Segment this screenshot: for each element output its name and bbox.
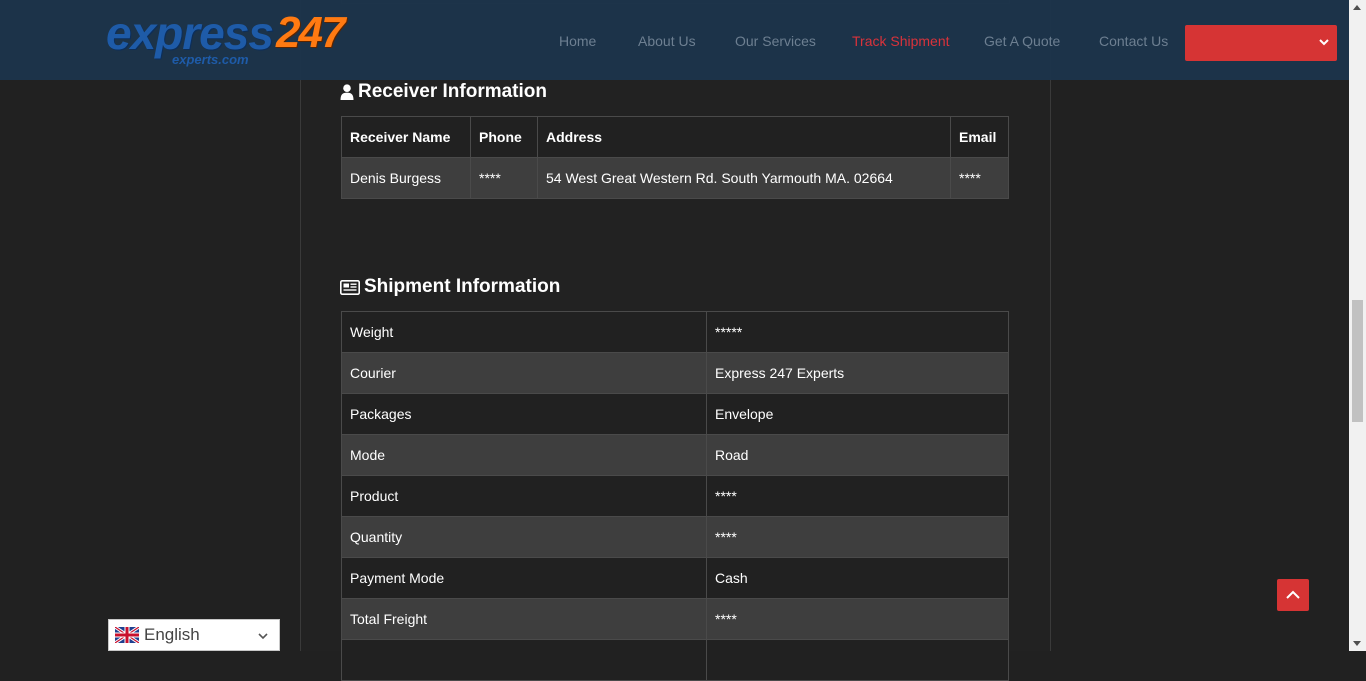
table-row: Courier Express 247 Experts — [341, 352, 1009, 394]
nav-home[interactable]: Home — [559, 33, 596, 49]
shipment-section-title: Shipment Information — [340, 276, 560, 298]
receiver-phone-cell: **** — [470, 157, 538, 199]
column-header: Receiver Name — [341, 116, 471, 158]
table-row: Weight ***** — [341, 311, 1009, 353]
site-header: express 247 experts.com Home About Us Ou… — [0, 0, 1349, 80]
table-row: Quantity **** — [341, 516, 1009, 558]
table-row: Packages Envelope — [341, 393, 1009, 435]
shipment-label-cell: Courier — [341, 352, 707, 394]
shipment-value-cell: **** — [706, 516, 1009, 558]
shipment-label-cell: Quantity — [341, 516, 707, 558]
table-row: Product **** — [341, 475, 1009, 517]
uk-flag-icon — [115, 627, 139, 643]
shipment-value-cell: Cash — [706, 557, 1009, 599]
scrollbar-thumb[interactable] — [1352, 300, 1363, 422]
language-translate-widget[interactable]: English — [108, 619, 280, 651]
translate-language-label: English — [144, 625, 200, 644]
receiver-email-cell: **** — [950, 157, 1009, 199]
shipment-label-cell: Payment Mode — [341, 557, 707, 599]
back-to-top-button[interactable] — [1277, 579, 1309, 611]
column-header: Email — [950, 116, 1009, 158]
page-scrollbar[interactable] — [1349, 0, 1366, 651]
newspaper-icon — [340, 279, 360, 295]
receiver-name-cell: Denis Burgess — [341, 157, 471, 199]
receiver-address-cell: 54 West Great Western Rd. South Yarmouth… — [537, 157, 951, 199]
receiver-table: Receiver Name Phone Address Email Denis … — [341, 116, 1009, 199]
shipment-label-cell: Weight — [341, 311, 707, 353]
receiver-section-title: Receiver Information — [340, 81, 547, 103]
chevron-up-icon — [1286, 590, 1300, 599]
shipment-table: Weight ***** Courier Express 247 Experts… — [341, 311, 1009, 681]
shipment-label-cell — [341, 639, 707, 681]
logo-tagline: experts.com — [172, 52, 249, 67]
nav-track-shipment[interactable]: Track Shipment — [852, 33, 950, 49]
shipment-label-cell: Packages — [341, 393, 707, 435]
language-select[interactable] — [1185, 25, 1337, 61]
table-row — [341, 639, 1009, 681]
shipment-value-cell: ***** — [706, 311, 1009, 353]
shipment-value-cell: **** — [706, 475, 1009, 517]
column-header: Address — [537, 116, 951, 158]
shipment-value-cell: Envelope — [706, 393, 1009, 435]
table-row: Denis Burgess **** 54 West Great Western… — [341, 157, 1009, 199]
site-logo[interactable]: express 247 experts.com — [106, 6, 368, 74]
shipment-label-cell: Total Freight — [341, 598, 707, 640]
shipment-value-cell — [706, 639, 1009, 681]
scroll-down-arrow-icon[interactable] — [1353, 641, 1361, 646]
shipment-value-cell: Express 247 Experts — [706, 352, 1009, 394]
table-row: Total Freight **** — [341, 598, 1009, 640]
nav-contact-us[interactable]: Contact Us — [1099, 33, 1168, 49]
nav-our-services[interactable]: Our Services — [735, 33, 816, 49]
chevron-down-icon — [1319, 39, 1329, 46]
shipment-value-cell: **** — [706, 598, 1009, 640]
table-row: Mode Road — [341, 434, 1009, 476]
shipment-value-cell: Road — [706, 434, 1009, 476]
shipment-label-cell: Mode — [341, 434, 707, 476]
nav-get-a-quote[interactable]: Get A Quote — [984, 33, 1060, 49]
receiver-table-header: Receiver Name Phone Address Email — [341, 116, 1009, 158]
column-header: Phone — [470, 116, 538, 158]
chevron-down-icon — [258, 633, 268, 640]
shipment-title-text: Shipment Information — [364, 276, 561, 297]
table-row: Payment Mode Cash — [341, 557, 1009, 599]
nav-about-us[interactable]: About Us — [638, 33, 696, 49]
user-icon — [340, 84, 354, 100]
logo-number: 247 — [276, 8, 345, 57]
receiver-title-text: Receiver Information — [358, 81, 547, 102]
scroll-up-arrow-icon[interactable] — [1353, 5, 1361, 10]
shipment-label-cell: Product — [341, 475, 707, 517]
